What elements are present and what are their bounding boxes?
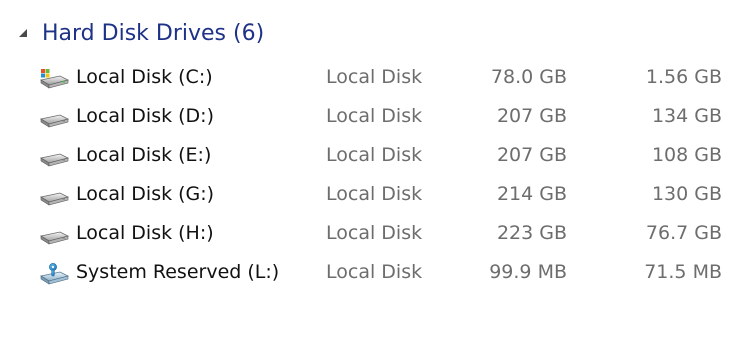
drive-name: Local Disk (C:)	[76, 66, 213, 88]
drive-free-space: 134 GB	[651, 105, 722, 127]
drive-total-size: 99.9 MB	[489, 261, 567, 283]
system-reserved-drive-icon	[38, 262, 70, 286]
drive-type: Local Disk	[326, 222, 423, 244]
drive-type: Local Disk	[326, 144, 423, 166]
drive-total-size: 207 GB	[496, 144, 567, 166]
drive-list: Local Disk (C:) Local Disk 78.0 GB 1.56 …	[0, 59, 750, 293]
drive-total-size: 207 GB	[496, 105, 567, 127]
drive-row-d[interactable]: Local Disk (D:) Local Disk 207 GB 134 GB	[0, 98, 750, 137]
hard-drive-icon	[38, 223, 70, 247]
collapse-arrow-icon[interactable]	[18, 28, 28, 38]
drive-name: System Reserved (L:)	[76, 261, 280, 283]
drive-name: Local Disk (H:)	[76, 222, 214, 244]
drive-free-space: 130 GB	[651, 183, 722, 205]
hard-disk-drives-group-header[interactable]: Hard Disk Drives (6)	[18, 16, 264, 50]
group-title: Hard Disk Drives (6)	[42, 20, 265, 46]
drive-type: Local Disk	[326, 105, 423, 127]
hard-drive-icon	[38, 184, 70, 208]
drive-free-space: 108 GB	[651, 144, 722, 166]
drive-type: Local Disk	[326, 261, 423, 283]
drive-row-g[interactable]: Local Disk (G:) Local Disk 214 GB 130 GB	[0, 176, 750, 215]
drive-row-c[interactable]: Local Disk (C:) Local Disk 78.0 GB 1.56 …	[0, 59, 750, 98]
drive-name: Local Disk (E:)	[76, 144, 212, 166]
drive-total-size: 223 GB	[496, 222, 567, 244]
drive-type: Local Disk	[326, 66, 423, 88]
drive-name: Local Disk (D:)	[76, 105, 214, 127]
drive-free-space: 1.56 GB	[645, 66, 722, 88]
drive-name: Local Disk (G:)	[76, 183, 215, 205]
hard-drive-icon	[38, 106, 70, 130]
drive-free-space: 76.7 GB	[645, 222, 722, 244]
drive-row-l[interactable]: System Reserved (L:) Local Disk 99.9 MB …	[0, 254, 750, 293]
drive-total-size: 78.0 GB	[490, 66, 567, 88]
drive-total-size: 214 GB	[496, 183, 567, 205]
drive-free-space: 71.5 MB	[644, 261, 722, 283]
system-drive-icon	[38, 67, 70, 91]
drive-type: Local Disk	[326, 183, 423, 205]
hard-drive-icon	[38, 145, 70, 169]
drive-row-e[interactable]: Local Disk (E:) Local Disk 207 GB 108 GB	[0, 137, 750, 176]
drive-row-h[interactable]: Local Disk (H:) Local Disk 223 GB 76.7 G…	[0, 215, 750, 254]
